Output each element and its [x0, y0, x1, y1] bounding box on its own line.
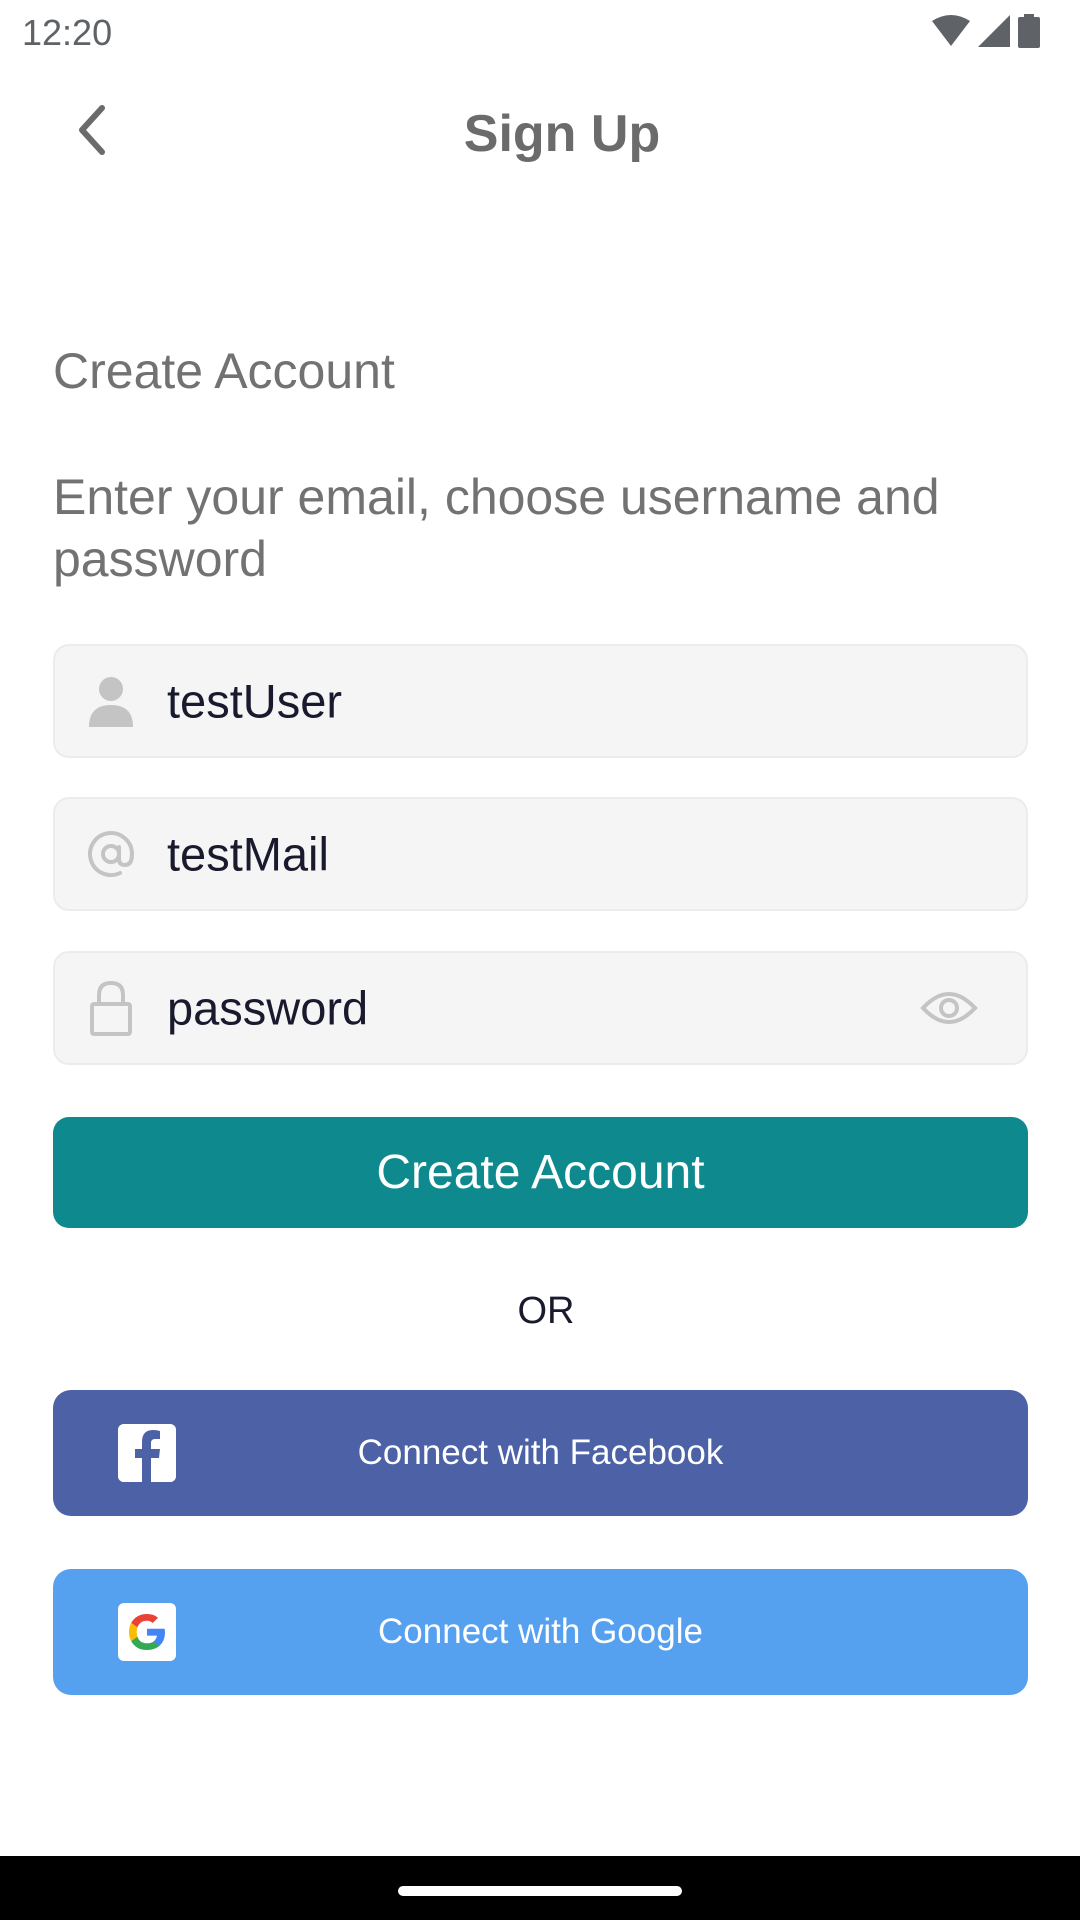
google-button-label: Connect with Google [378, 1612, 703, 1651]
or-divider: OR [517, 1290, 575, 1332]
home-gesture-handle[interactable] [398, 1886, 682, 1896]
navigation-bar [0, 1856, 1080, 1920]
create-account-button-label: Create Account [376, 1146, 705, 1199]
wifi-icon [932, 15, 970, 46]
google-icon [118, 1603, 176, 1661]
username-field[interactable]: testUser [53, 644, 1028, 758]
create-account-button[interactable]: Create Account [53, 1117, 1028, 1228]
facebook-connect-button[interactable]: Connect with Facebook [53, 1390, 1028, 1516]
create-account-heading: Create Account [53, 343, 395, 399]
page-title: Sign Up [463, 105, 661, 163]
password-field[interactable]: password [53, 951, 1028, 1065]
eye-icon[interactable] [920, 988, 978, 1028]
status-bar: 12:20 [0, 0, 1080, 64]
email-value: testMail [167, 827, 329, 881]
signal-icon [978, 15, 1010, 47]
instructions-text: Enter your email, choose username and pa… [53, 469, 940, 587]
lock-icon [85, 980, 137, 1036]
facebook-button-label: Connect with Facebook [357, 1433, 724, 1472]
facebook-icon [118, 1424, 176, 1482]
username-value: testUser [167, 674, 342, 728]
password-value: password [167, 981, 369, 1035]
person-icon [85, 673, 137, 729]
status-icons [932, 14, 1040, 48]
google-connect-button[interactable]: Connect with Google [53, 1569, 1028, 1695]
sign-up-screen: 12:20 Sign Up Create Account Enter your … [0, 0, 1080, 1920]
email-field[interactable]: testMail [53, 797, 1028, 911]
battery-icon [1018, 14, 1040, 48]
status-time: 12:20 [22, 12, 113, 53]
at-icon [85, 826, 137, 882]
